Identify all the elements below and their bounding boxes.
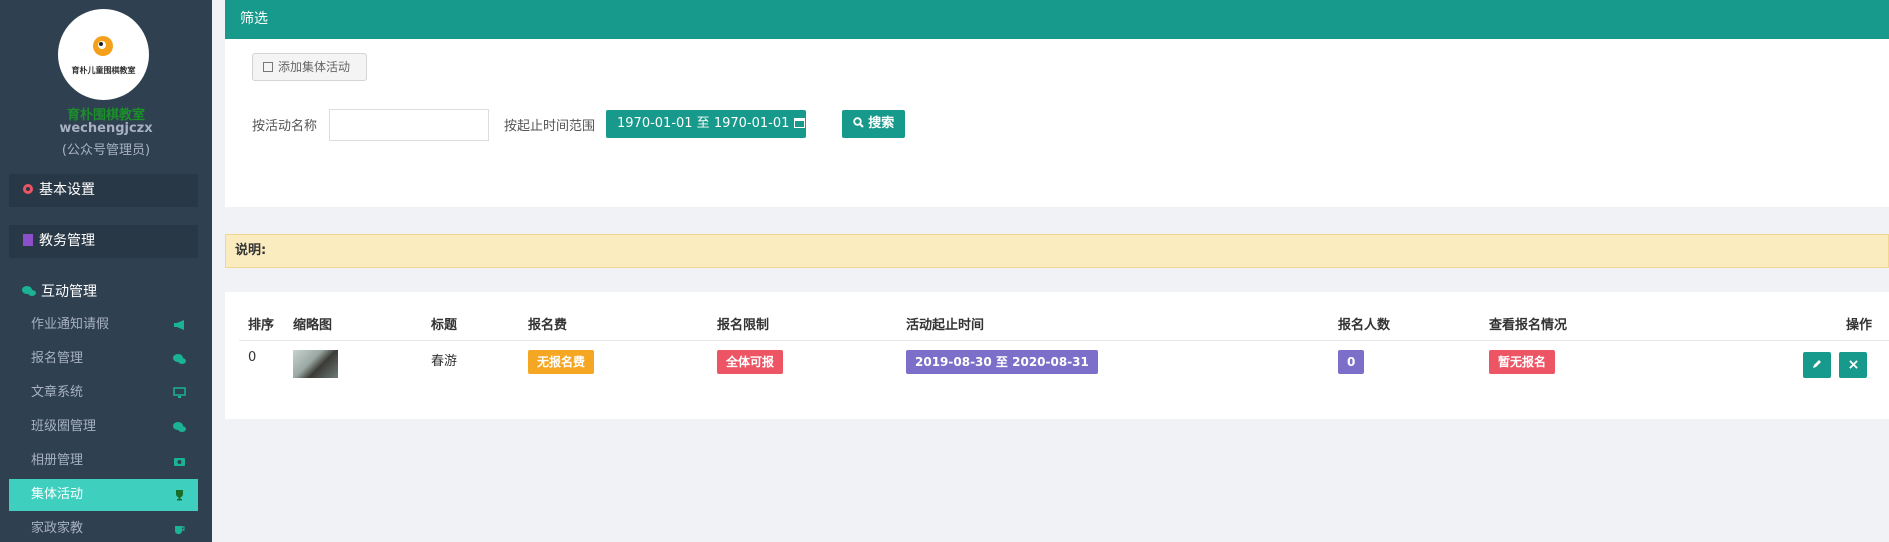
search-label: 搜索: [868, 116, 895, 131]
period-badge: 2019-08-30 至 2020-08-31: [906, 350, 1098, 374]
monitor-icon: [173, 387, 186, 398]
edit-button[interactable]: [1803, 352, 1831, 378]
column-header: 标题: [431, 318, 458, 333]
filter-panel: 添加集体活动 按活动名称 按起止时间范围 1970-01-01 至 1970-0…: [225, 39, 1889, 207]
username[interactable]: wechengjczx: [0, 121, 212, 136]
menu-group-label: 教务管理: [39, 233, 95, 249]
delete-button[interactable]: [1839, 352, 1867, 378]
name-filter-label: 按活动名称: [252, 119, 318, 134]
date-range-picker[interactable]: 1970-01-01 至 1970-01-01: [606, 110, 806, 138]
sidebar-item-articles[interactable]: 文章系统: [9, 377, 198, 409]
filter-header: 筛选: [225, 0, 1889, 39]
bullhorn-icon: [174, 320, 184, 330]
date-range-value: 1970-01-01 至 1970-01-01: [617, 116, 790, 131]
grid-icon: [23, 234, 33, 246]
column-header: 报名人数: [1338, 318, 1391, 333]
registration-status-badge[interactable]: 暂无报名: [1489, 350, 1556, 374]
column-header: 活动起止时间: [906, 318, 985, 333]
column-header: 报名费: [528, 318, 568, 333]
sidebar: 育朴儿童围棋教室 育朴围棋教室 wechengjczx (公众号管理员) 基本设…: [0, 0, 212, 542]
school-logo: 育朴儿童围棋教室: [58, 9, 149, 100]
pencil-icon: [1813, 360, 1821, 368]
add-activity-label: 添加集体活动: [278, 60, 351, 74]
table-divider: [239, 340, 1889, 341]
column-header: 缩略图: [293, 318, 333, 333]
user-role: (公众号管理员): [61, 143, 151, 158]
sidebar-item-class-circle[interactable]: 班级圈管理: [9, 411, 198, 443]
wechat-icon: [173, 422, 186, 432]
sidebar-item-label: 相册管理: [31, 453, 84, 468]
column-header: 排序: [248, 318, 275, 333]
title-cell: 春游: [431, 354, 458, 369]
order-cell: 0: [248, 350, 257, 365]
logo-mark-icon: [93, 36, 113, 56]
count-badge: 0: [1338, 350, 1365, 374]
menu-group-academic[interactable]: 教务管理: [9, 225, 198, 258]
gear-icon: [23, 184, 33, 194]
search-button[interactable]: 搜索: [842, 110, 905, 138]
sidebar-item-registration[interactable]: 报名管理: [9, 343, 198, 375]
sidebar-item-tutoring[interactable]: 家政家教: [9, 513, 198, 542]
menu-group-label: 互动管理: [41, 284, 97, 300]
range-filter-label: 按起止时间范围: [504, 119, 596, 134]
sidebar-item-label: 家政家教: [31, 521, 84, 536]
limit-badge: 全体可报: [717, 350, 784, 374]
logo-text: 育朴儿童围棋教室: [71, 66, 136, 75]
sidebar-item-label: 报名管理: [31, 351, 84, 366]
menu-group-basic-settings[interactable]: 基本设置: [9, 174, 198, 207]
column-header: 操作: [1846, 318, 1873, 333]
trophy-icon: [176, 490, 183, 501]
sidebar-item-homework[interactable]: 作业通知请假: [9, 309, 198, 341]
menu-group-interaction[interactable]: 互动管理: [9, 276, 198, 309]
sidebar-item-label: 作业通知请假: [31, 317, 110, 332]
close-icon: [1848, 360, 1858, 369]
activity-name-input[interactable]: [329, 109, 489, 141]
sidebar-item-label: 班级圈管理: [31, 419, 97, 434]
column-header: 查看报名情况: [1489, 318, 1568, 333]
activity-thumbnail[interactable]: [293, 350, 338, 378]
calendar-icon: [793, 118, 805, 128]
menu-group-label: 基本设置: [39, 182, 95, 198]
sidebar-item-label: 集体活动: [31, 487, 84, 502]
add-activity-button[interactable]: 添加集体活动: [252, 53, 367, 81]
profile: 育朴儿童围棋教室 育朴围棋教室 wechengjczx (公众号管理员): [0, 0, 212, 165]
sidebar-item-label: 文章系统: [31, 385, 84, 400]
search-icon: [853, 117, 864, 128]
coffee-icon: [175, 526, 185, 534]
chat-icon: [22, 286, 36, 296]
sidebar-item-album[interactable]: 相册管理: [9, 445, 198, 477]
fee-badge: 无报名费: [528, 350, 595, 374]
sidebar-item-group-activity[interactable]: 集体活动: [9, 479, 198, 511]
qrcode-icon: [263, 62, 273, 72]
notice-bar: 说明:: [225, 234, 1889, 268]
column-header: 报名限制: [717, 318, 770, 333]
chat-icon: [173, 354, 186, 364]
activity-table: 排序 缩略图 标题 报名费 报名限制 活动起止时间 报名人数 查看报名情况 操作…: [225, 292, 1889, 419]
camera-icon: [174, 458, 185, 466]
